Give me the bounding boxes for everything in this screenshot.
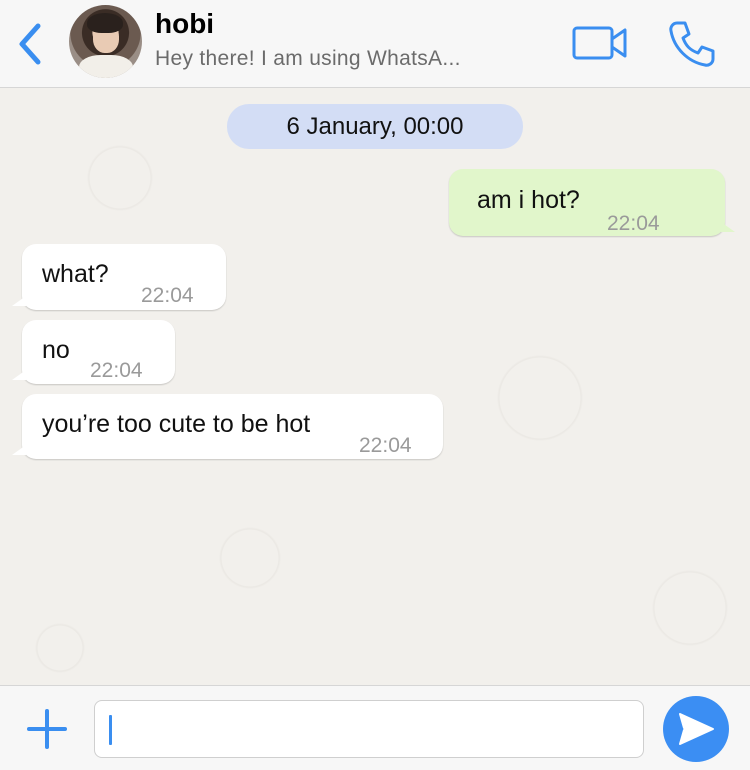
text-cursor [109, 715, 112, 745]
avatar[interactable] [69, 5, 142, 78]
date-divider: 6 January, 00:00 [227, 104, 523, 149]
bubble-tail [12, 370, 26, 380]
message-time: 22:04 [359, 434, 412, 457]
contact-name[interactable]: hobi [155, 8, 214, 40]
bubble-tail [721, 222, 735, 232]
message-bubble-incoming[interactable]: no 22:04 [12, 320, 175, 384]
message-bubble-outgoing[interactable]: am i hot? 22:04 [449, 169, 735, 236]
message-input-field[interactable] [94, 700, 644, 758]
message-list[interactable]: 6 January, 00:00 am i hot? 22:04 what? 2… [0, 88, 750, 685]
chevron-left-icon [19, 23, 41, 65]
avatar-shirt [79, 55, 133, 78]
message-text: you’re too cute to be hot [42, 410, 311, 438]
composer-bar [0, 685, 750, 770]
back-button[interactable] [14, 22, 48, 66]
phone-icon [669, 21, 715, 67]
send-icon [679, 713, 714, 745]
voice-call-button[interactable] [667, 19, 717, 69]
message-text: what? [42, 260, 109, 288]
message-bubble-incoming[interactable]: what? 22:04 [12, 244, 226, 310]
chat-header: hobi Hey there! I am using WhatsA... [0, 0, 750, 88]
add-attachment-button[interactable] [26, 708, 68, 750]
message-text: am i hot? [477, 186, 580, 214]
bubble-tail [12, 296, 26, 306]
message-bubble-incoming[interactable]: you’re too cute to be hot 22:04 [12, 394, 443, 459]
message-time: 22:04 [90, 359, 143, 382]
plus-icon [27, 709, 67, 749]
send-button[interactable] [663, 696, 729, 762]
message-time: 22:04 [141, 284, 194, 307]
message-input[interactable] [109, 701, 633, 757]
video-camera-icon [572, 26, 627, 60]
bubble-tail [12, 445, 26, 455]
video-call-button[interactable] [572, 25, 628, 61]
contact-status: Hey there! I am using WhatsA... [155, 47, 461, 70]
message-time: 22:04 [607, 212, 660, 235]
message-text: no [42, 336, 70, 364]
avatar-hair [87, 13, 123, 33]
